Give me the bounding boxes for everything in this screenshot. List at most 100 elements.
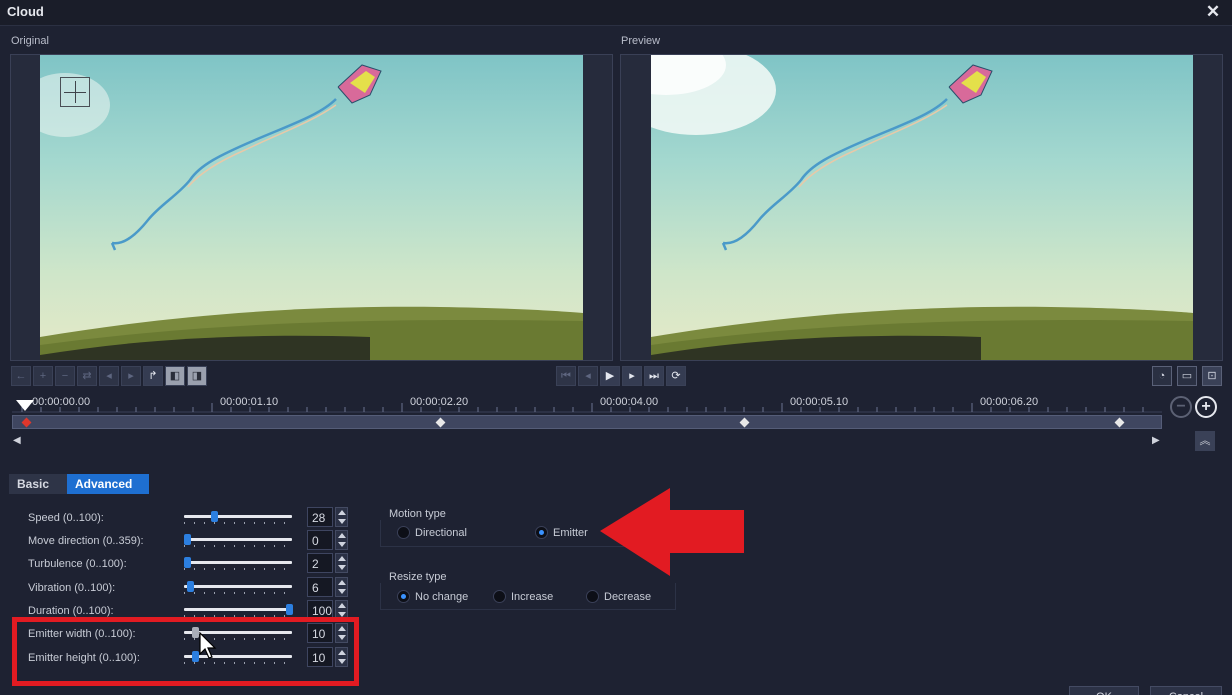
slider-thumb[interactable] [184,557,191,568]
param-slider[interactable] [184,581,292,596]
copy-icon[interactable]: ◧ [165,366,185,386]
param-slider[interactable] [184,534,292,549]
keyframe-marker[interactable] [1114,417,1125,428]
playhead[interactable] [16,400,34,411]
preview-label: Preview [621,35,661,47]
original-viewer[interactable] [10,54,613,361]
slider-rail [184,538,292,541]
close-icon[interactable]: ✕ [1204,2,1222,22]
slider-thumb[interactable] [286,604,293,615]
repeat-icon[interactable]: ⟳ [666,366,686,386]
mouse-cursor-icon [199,632,217,659]
transport-controls: ⏮ ◂ ▶ ▸ ⏭ ⟳ [556,366,686,388]
param-slider[interactable] [184,557,292,572]
resize-type-label: Resize type [389,571,447,583]
title-bar: Cloud ✕ [0,0,1232,26]
radio-label: Increase [511,590,554,603]
radio-decrease[interactable]: Decrease [586,590,651,603]
prev-frame-icon[interactable]: ◂ [578,366,598,386]
speed-icon[interactable]: ◔ [1152,366,1172,386]
zoom-in-icon[interactable]: + [1195,396,1217,418]
radio-label: Decrease [604,590,652,603]
radio-indicator [493,590,506,603]
timecode-2: 00:00:02.20 [410,396,469,408]
next-frame-icon[interactable]: ▸ [622,366,642,386]
keyframe-track[interactable] [12,415,1162,429]
radio-increase[interactable]: Increase [493,590,553,603]
param-label: Speed (0..100): [28,512,104,524]
param-value-input[interactable]: 6 [307,577,333,597]
prev-keyframe-icon[interactable]: ◂ [99,366,119,386]
fade-icon[interactable]: ↱ [143,366,163,386]
original-image [40,55,583,360]
spinner-arrows-icon[interactable] [335,553,348,573]
param-value-input[interactable]: 0 [307,530,333,550]
timeline-ruler: 00:00:00.00 00:00:01.10 00:00:02.20 00:0… [12,393,1162,413]
keyframe-marker[interactable] [435,417,446,428]
timecode-5: 00:00:06.20 [980,396,1039,408]
spinner-arrows-icon[interactable] [335,530,348,550]
zoom-fit-icon[interactable]: ⊡ [1202,366,1222,386]
scroll-left-icon[interactable]: ◀ [13,435,21,446]
crosshair-icon[interactable] [60,77,90,107]
preview-image [651,55,1193,360]
slider-thumb[interactable] [187,581,195,592]
next-keyframe-icon[interactable]: ▸ [121,366,141,386]
paste-icon[interactable]: ◨ [187,366,207,386]
slider-rail [184,515,292,518]
motion-type-label: Motion type [389,508,446,520]
original-label: Original [11,35,49,47]
annotation-highlight-box [12,617,359,686]
radio-label: No change [415,590,469,603]
param-slider[interactable] [184,511,292,526]
home-icon[interactable]: ⏮ [556,366,576,386]
radio-emitter[interactable]: Emitter [535,526,588,539]
radio-label: Directional [415,526,467,539]
timecode-0: 00:00:00.00 [32,396,91,408]
param-value-input[interactable]: 2 [307,553,333,573]
end-icon[interactable]: ⏭ [644,366,664,386]
slider-ticks [184,592,292,594]
param-value-input[interactable]: 28 [307,507,333,527]
slider-thumb[interactable] [184,534,191,545]
play-icon[interactable]: ▶ [600,366,620,386]
radio-indicator [397,590,410,603]
slider-ticks [184,545,292,547]
slider-ticks [184,522,292,524]
slider-rail [184,608,292,611]
timecode-3: 00:00:04.00 [600,396,659,408]
spinner-arrows-icon[interactable] [335,507,348,527]
slider-ticks [184,568,292,570]
slider-thumb[interactable] [211,511,219,522]
keyframe-toolbar: ← + − ⇄ ◂ ▸ ↱ ◧ ◨ [11,366,207,388]
timecode-1: 00:00:01.10 [220,396,279,408]
param-label: Duration (0..100): [28,605,114,617]
spinner-arrows-icon[interactable] [335,577,348,597]
radio-indicator [535,526,548,539]
collapse-icon[interactable]: ︽ [1195,431,1215,451]
annotation-arrow-icon [600,488,744,576]
keyframe-marker[interactable] [21,417,32,428]
param-label: Move direction (0..359): [28,535,144,547]
radio-indicator [586,590,599,603]
radio-no-change[interactable]: No change [397,590,468,603]
preview-viewer [620,54,1223,361]
tab-advanced[interactable]: Advanced [67,474,149,494]
reverse-keyframes-icon[interactable]: ⇄ [77,366,97,386]
keyframe-marker[interactable] [739,417,750,428]
window-title: Cloud [7,4,44,19]
slider-rail [184,561,292,564]
zoom-out-icon[interactable]: − [1170,396,1192,418]
slider-rail [184,585,292,588]
add-keyframe-icon[interactable]: + [33,366,53,386]
tab-basic[interactable]: Basic [9,474,67,494]
cancel-button[interactable]: Cancel [1150,686,1222,695]
radio-directional[interactable]: Directional [397,526,467,539]
param-label: Turbulence (0..100): [28,558,127,570]
radio-label: Emitter [553,526,588,539]
ok-button[interactable]: OK [1069,686,1139,695]
remove-keyframe-icon[interactable]: − [55,366,75,386]
scroll-right-icon[interactable]: ▶ [1152,435,1160,446]
arrow-left-icon[interactable]: ← [11,366,31,386]
preview-screen-icon[interactable]: ▭ [1177,366,1197,386]
